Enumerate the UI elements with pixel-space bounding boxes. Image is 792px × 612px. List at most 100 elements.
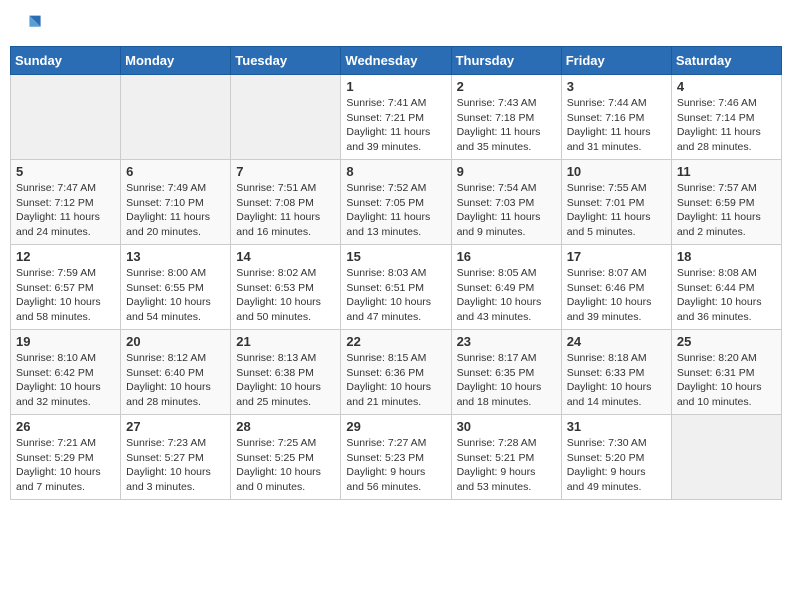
- day-number: 23: [457, 334, 556, 349]
- calendar-cell: 9 Sunrise: 7:54 AM Sunset: 7:03 PM Daylig…: [451, 160, 561, 245]
- calendar-cell: [121, 75, 231, 160]
- calendar-cell: 24 Sunrise: 8:18 AM Sunset: 6:33 PM Dayli…: [561, 330, 671, 415]
- calendar-cell: 4 Sunrise: 7:46 AM Sunset: 7:14 PM Daylig…: [671, 75, 781, 160]
- day-info: Sunrise: 8:13 AM Sunset: 6:38 PM Dayligh…: [236, 351, 335, 410]
- day-number: 7: [236, 164, 335, 179]
- calendar-cell: 21 Sunrise: 8:13 AM Sunset: 6:38 PM Dayli…: [231, 330, 341, 415]
- day-info: Sunrise: 7:44 AM Sunset: 7:16 PM Dayligh…: [567, 96, 666, 155]
- week-row-4: 19 Sunrise: 8:10 AM Sunset: 6:42 PM Dayli…: [11, 330, 782, 415]
- calendar-cell: 25Sunrise: 8:20 AM Sunset: 6:31 PM Dayli…: [671, 330, 781, 415]
- day-info: Sunrise: 8:10 AM Sunset: 6:42 PM Dayligh…: [16, 351, 115, 410]
- day-info: Sunrise: 8:07 AM Sunset: 6:46 PM Dayligh…: [567, 266, 666, 325]
- day-number: 30: [457, 419, 556, 434]
- week-row-5: 26 Sunrise: 7:21 AM Sunset: 5:29 PM Dayli…: [11, 415, 782, 500]
- day-info: Sunrise: 8:05 AM Sunset: 6:49 PM Dayligh…: [457, 266, 556, 325]
- day-number: 3: [567, 79, 666, 94]
- day-info: Sunrise: 8:08 AM Sunset: 6:44 PM Dayligh…: [677, 266, 776, 325]
- day-number: 15: [346, 249, 445, 264]
- calendar-cell: 7 Sunrise: 7:51 AM Sunset: 7:08 PM Daylig…: [231, 160, 341, 245]
- weekday-header-friday: Friday: [561, 47, 671, 75]
- day-info: Sunrise: 7:46 AM Sunset: 7:14 PM Dayligh…: [677, 96, 776, 155]
- day-info: Sunrise: 7:27 AM Sunset: 5:23 PM Dayligh…: [346, 436, 445, 495]
- calendar-cell: 16 Sunrise: 8:05 AM Sunset: 6:49 PM Dayli…: [451, 245, 561, 330]
- weekday-header-monday: Monday: [121, 47, 231, 75]
- day-info: Sunrise: 7:49 AM Sunset: 7:10 PM Dayligh…: [126, 181, 225, 240]
- calendar-cell: 30Sunrise: 7:28 AM Sunset: 5:21 PM Dayli…: [451, 415, 561, 500]
- day-info: Sunrise: 7:43 AM Sunset: 7:18 PM Dayligh…: [457, 96, 556, 155]
- calendar-cell: 31 Sunrise: 7:30 AM Sunset: 5:20 PM Dayli…: [561, 415, 671, 500]
- calendar-cell: 22 Sunrise: 8:15 AM Sunset: 6:36 PM Dayli…: [341, 330, 451, 415]
- day-info: Sunrise: 7:57 AM Sunset: 6:59 PM Dayligh…: [677, 181, 776, 240]
- day-info: Sunrise: 7:47 AM Sunset: 7:12 PM Dayligh…: [16, 181, 115, 240]
- weekday-header-row: SundayMondayTuesdayWednesdayThursdayFrid…: [11, 47, 782, 75]
- day-number: 16: [457, 249, 556, 264]
- day-info: Sunrise: 7:23 AM Sunset: 5:27 PM Dayligh…: [126, 436, 225, 495]
- day-number: 8: [346, 164, 445, 179]
- day-number: 21: [236, 334, 335, 349]
- day-number: 17: [567, 249, 666, 264]
- week-row-3: 12Sunrise: 7:59 AM Sunset: 6:57 PM Dayli…: [11, 245, 782, 330]
- day-number: 20: [126, 334, 225, 349]
- day-number: 9: [457, 164, 556, 179]
- day-info: Sunrise: 7:30 AM Sunset: 5:20 PM Dayligh…: [567, 436, 666, 495]
- calendar-cell: 17 Sunrise: 8:07 AM Sunset: 6:46 PM Dayli…: [561, 245, 671, 330]
- day-number: 11: [677, 164, 776, 179]
- calendar-cell: 3 Sunrise: 7:44 AM Sunset: 7:16 PM Daylig…: [561, 75, 671, 160]
- logo-icon: [14, 10, 42, 38]
- calendar-cell: 15 Sunrise: 8:03 AM Sunset: 6:51 PM Dayli…: [341, 245, 451, 330]
- day-info: Sunrise: 7:55 AM Sunset: 7:01 PM Dayligh…: [567, 181, 666, 240]
- day-number: 24: [567, 334, 666, 349]
- week-row-1: 1 Sunrise: 7:41 AM Sunset: 7:21 PM Daylig…: [11, 75, 782, 160]
- calendar-cell: 26 Sunrise: 7:21 AM Sunset: 5:29 PM Dayli…: [11, 415, 121, 500]
- calendar-cell: [671, 415, 781, 500]
- day-info: Sunrise: 7:54 AM Sunset: 7:03 PM Dayligh…: [457, 181, 556, 240]
- day-number: 1: [346, 79, 445, 94]
- logo: [14, 10, 46, 38]
- day-number: 4: [677, 79, 776, 94]
- weekday-header-tuesday: Tuesday: [231, 47, 341, 75]
- calendar-cell: 20 Sunrise: 8:12 AM Sunset: 6:40 PM Dayli…: [121, 330, 231, 415]
- calendar-cell: 1 Sunrise: 7:41 AM Sunset: 7:21 PM Daylig…: [341, 75, 451, 160]
- day-info: Sunrise: 8:12 AM Sunset: 6:40 PM Dayligh…: [126, 351, 225, 410]
- calendar-cell: 14 Sunrise: 8:02 AM Sunset: 6:53 PM Dayli…: [231, 245, 341, 330]
- calendar-cell: 11 Sunrise: 7:57 AM Sunset: 6:59 PM Dayli…: [671, 160, 781, 245]
- day-number: 31: [567, 419, 666, 434]
- day-info: Sunrise: 7:25 AM Sunset: 5:25 PM Dayligh…: [236, 436, 335, 495]
- day-number: 22: [346, 334, 445, 349]
- weekday-header-sunday: Sunday: [11, 47, 121, 75]
- day-info: Sunrise: 8:03 AM Sunset: 6:51 PM Dayligh…: [346, 266, 445, 325]
- weekday-header-thursday: Thursday: [451, 47, 561, 75]
- weekday-header-saturday: Saturday: [671, 47, 781, 75]
- calendar-cell: 27 Sunrise: 7:23 AM Sunset: 5:27 PM Dayli…: [121, 415, 231, 500]
- calendar-cell: 12Sunrise: 7:59 AM Sunset: 6:57 PM Dayli…: [11, 245, 121, 330]
- weekday-header-wednesday: Wednesday: [341, 47, 451, 75]
- day-number: 19: [16, 334, 115, 349]
- day-number: 26: [16, 419, 115, 434]
- day-info: Sunrise: 8:18 AM Sunset: 6:33 PM Dayligh…: [567, 351, 666, 410]
- day-info: Sunrise: 7:21 AM Sunset: 5:29 PM Dayligh…: [16, 436, 115, 495]
- day-number: 25: [677, 334, 776, 349]
- calendar-cell: 23Sunrise: 8:17 AM Sunset: 6:35 PM Dayli…: [451, 330, 561, 415]
- day-number: 28: [236, 419, 335, 434]
- day-info: Sunrise: 7:41 AM Sunset: 7:21 PM Dayligh…: [346, 96, 445, 155]
- calendar-cell: 2 Sunrise: 7:43 AM Sunset: 7:18 PM Daylig…: [451, 75, 561, 160]
- day-info: Sunrise: 8:02 AM Sunset: 6:53 PM Dayligh…: [236, 266, 335, 325]
- calendar-cell: 18 Sunrise: 8:08 AM Sunset: 6:44 PM Dayli…: [671, 245, 781, 330]
- day-number: 14: [236, 249, 335, 264]
- calendar-cell: 13Sunrise: 8:00 AM Sunset: 6:55 PM Dayli…: [121, 245, 231, 330]
- day-number: 27: [126, 419, 225, 434]
- calendar-cell: 29 Sunrise: 7:27 AM Sunset: 5:23 PM Dayli…: [341, 415, 451, 500]
- calendar-cell: [231, 75, 341, 160]
- day-info: Sunrise: 7:51 AM Sunset: 7:08 PM Dayligh…: [236, 181, 335, 240]
- day-info: Sunrise: 8:00 AM Sunset: 6:55 PM Dayligh…: [126, 266, 225, 325]
- calendar-cell: 8 Sunrise: 7:52 AM Sunset: 7:05 PM Daylig…: [341, 160, 451, 245]
- day-info: Sunrise: 8:15 AM Sunset: 6:36 PM Dayligh…: [346, 351, 445, 410]
- calendar-table: SundayMondayTuesdayWednesdayThursdayFrid…: [10, 46, 782, 500]
- day-number: 18: [677, 249, 776, 264]
- day-number: 5: [16, 164, 115, 179]
- day-number: 2: [457, 79, 556, 94]
- day-info: Sunrise: 7:52 AM Sunset: 7:05 PM Dayligh…: [346, 181, 445, 240]
- day-number: 10: [567, 164, 666, 179]
- calendar-cell: 10 Sunrise: 7:55 AM Sunset: 7:01 PM Dayli…: [561, 160, 671, 245]
- day-number: 29: [346, 419, 445, 434]
